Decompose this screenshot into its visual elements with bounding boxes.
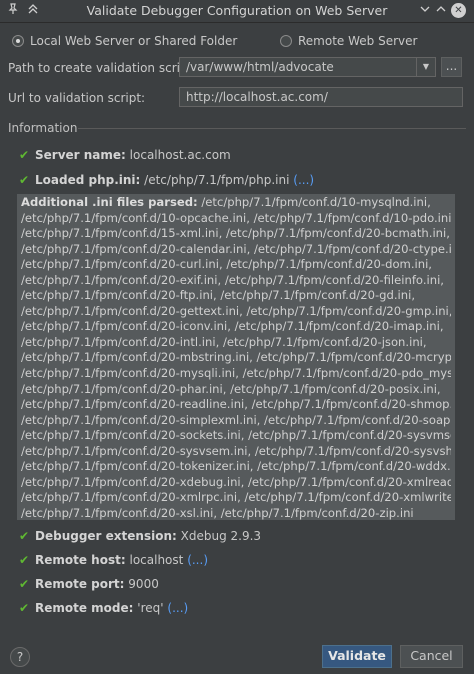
- ini-line: /etc/php/7.1/fpm/conf.d/20-curl.ini, /et…: [21, 257, 432, 272]
- ini-line: /etc/php/7.1/fpm/conf.d/20-phar.ini, /et…: [21, 381, 441, 396]
- debugger-label: Debugger extension:: [35, 529, 177, 543]
- debugger-value: Xdebug 2.9.3: [180, 529, 262, 543]
- url-input[interactable]: http://localhost.ac.com/: [179, 87, 463, 107]
- ini-line: /etc/php/7.1/fpm/conf.d/20-iconv.ini, /e…: [21, 319, 444, 334]
- section-divider: [78, 128, 466, 129]
- loaded-ini-value: /etc/php/7.1/fpm/php.ini: [144, 173, 290, 187]
- ini-line: /etc/php/7.1/fpm/conf.d/20-readline.ini,…: [21, 397, 451, 412]
- chevron-up-small-icon[interactable]: [434, 3, 448, 17]
- ini-line: /etc/php/7.1/fpm/conf.d/15-xml.ini, /etc…: [21, 226, 450, 241]
- remote-host-details-link[interactable]: (...): [187, 553, 208, 567]
- check-icon: ✔: [19, 601, 30, 615]
- check-icon: ✔: [19, 553, 30, 567]
- ini-line: /etc/php/7.1/fpm/conf.d/20-intl.ini, /et…: [21, 334, 427, 349]
- remote-mode-details-link[interactable]: (...): [167, 601, 188, 615]
- remote-host-row: Remote host: localhost (...): [35, 553, 208, 567]
- ini-line: /etc/php/7.1/fpm/conf.d/20-xmlrpc.ini, /…: [21, 490, 451, 505]
- ini-line: /etc/php/7.1/fpm/conf.d/10-mysqlnd.ini,: [201, 195, 431, 209]
- chevron-down-icon[interactable]: [418, 3, 432, 17]
- check-icon: ✔: [19, 577, 30, 591]
- path-combo[interactable]: /var/www/html/advocate ▼: [179, 57, 436, 77]
- additional-ini-header: Additional .ini files parsed: /etc/php/7…: [21, 195, 451, 211]
- server-name-label: Server name:: [35, 148, 126, 162]
- validate-button[interactable]: Validate: [322, 645, 392, 668]
- local-server-label: Local Web Server or Shared Folder: [30, 34, 238, 48]
- ini-line: /etc/php/7.1/fpm/conf.d/20-xdebug.ini, /…: [21, 474, 451, 489]
- remote-port-label: Remote port:: [35, 577, 125, 591]
- server-name-row: Server name: localhost.ac.com: [35, 148, 231, 162]
- check-icon: ✔: [19, 529, 30, 543]
- remote-host-value: localhost: [129, 553, 184, 567]
- ini-line: /etc/php/7.1/fpm/conf.d/20-exif.ini, /et…: [21, 272, 444, 287]
- ini-line: /etc/php/7.1/fpm/conf.d/20-tokenizer.ini…: [21, 459, 451, 474]
- remote-host-label: Remote host:: [35, 553, 126, 567]
- ini-line: /etc/php/7.1/fpm/conf.d/20-mbstring.ini,…: [21, 350, 451, 365]
- remote-mode-label: Remote mode:: [35, 601, 134, 615]
- cancel-button[interactable]: Cancel: [400, 645, 463, 668]
- loaded-ini-details-link[interactable]: (...): [293, 173, 314, 187]
- remote-mode-value: 'req': [137, 601, 164, 615]
- window-title: Validate Debugger Configuration on Web S…: [86, 3, 388, 18]
- remote-port-value: 9000: [128, 577, 159, 591]
- information-title: Information: [8, 121, 78, 135]
- ini-line: /etc/php/7.1/fpm/conf.d/20-sysvsem.ini, …: [21, 443, 451, 458]
- remote-server-option[interactable]: Remote Web Server: [280, 33, 417, 49]
- ini-line: /etc/php/7.1/fpm/conf.d/20-calendar.ini,…: [21, 241, 451, 256]
- ini-line: /etc/php/7.1/fpm/conf.d/20-simplexml.ini…: [21, 412, 451, 427]
- dropdown-arrow-icon[interactable]: ▼: [416, 58, 435, 76]
- ini-line: /etc/php/7.1/fpm/conf.d/20-mysqli.ini, /…: [21, 366, 451, 381]
- remote-port-row: Remote port: 9000: [35, 577, 159, 591]
- loaded-ini-row: Loaded php.ini: /etc/php/7.1/fpm/php.ini…: [35, 173, 314, 187]
- path-value: /var/www/html/advocate: [186, 60, 334, 74]
- title-bar: Validate Debugger Configuration on Web S…: [0, 0, 474, 23]
- check-icon: ✔: [19, 173, 30, 187]
- ini-line: /etc/php/7.1/fpm/conf.d/20-xsl.ini, /etc…: [21, 505, 414, 520]
- remote-server-label: Remote Web Server: [298, 34, 418, 48]
- additional-ini-label: Additional .ini files parsed:: [21, 195, 198, 209]
- path-label: Path to create validation script:: [8, 61, 197, 75]
- ini-line: /etc/php/7.1/fpm/conf.d/20-ftp.ini, /etc…: [21, 288, 416, 303]
- url-value: http://localhost.ac.com/: [186, 90, 328, 104]
- remote-mode-row: Remote mode: 'req' (...): [35, 601, 188, 615]
- local-server-radio[interactable]: [12, 35, 24, 47]
- url-label: Url to validation script:: [8, 91, 146, 105]
- browse-button[interactable]: ...: [441, 57, 462, 77]
- close-icon[interactable]: ✕: [451, 3, 466, 18]
- check-icon: ✔: [19, 148, 30, 162]
- loaded-ini-label: Loaded php.ini:: [35, 173, 141, 187]
- ini-line: /etc/php/7.1/fpm/conf.d/20-sockets.ini, …: [21, 428, 451, 443]
- help-button[interactable]: ?: [10, 647, 30, 667]
- ini-line: /etc/php/7.1/fpm/conf.d/20-gettext.ini, …: [21, 303, 451, 318]
- remote-server-radio[interactable]: [280, 35, 292, 47]
- ini-line: /etc/php/7.1/fpm/conf.d/10-opcache.ini, …: [21, 210, 451, 225]
- debugger-row: Debugger extension: Xdebug 2.9.3: [35, 529, 261, 543]
- local-server-option[interactable]: Local Web Server or Shared Folder: [12, 33, 237, 49]
- additional-ini-box: Additional .ini files parsed: /etc/php/7…: [17, 194, 455, 520]
- server-name-value: localhost.ac.com: [129, 148, 231, 162]
